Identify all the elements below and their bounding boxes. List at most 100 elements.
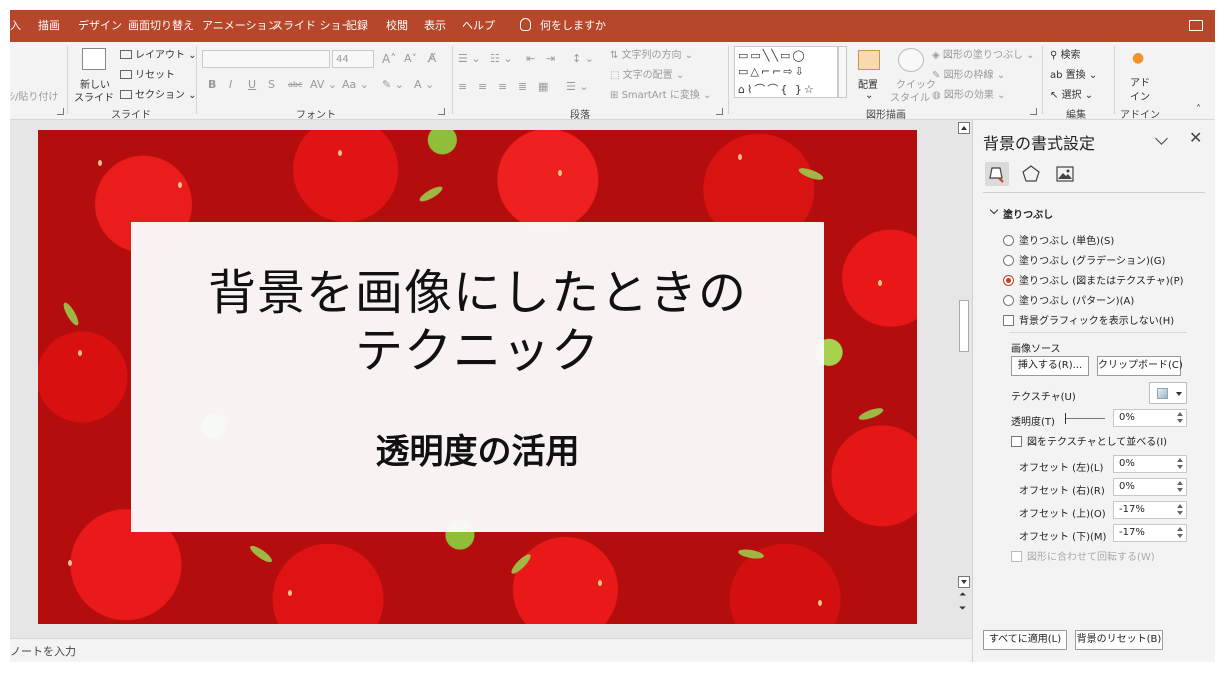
checkbox[interactable] [1011,551,1022,562]
increase-indent-icon[interactable]: ⇥ [546,52,555,65]
shadow-icon[interactable]: S [268,78,275,91]
arrange-icon[interactable] [858,50,880,70]
line-spacing-icon[interactable]: ↕ ⌄ [572,52,594,65]
spin-down-icon[interactable] [1177,465,1183,469]
shape-fill-button[interactable]: ◈ 図形の塗りつぶし ⌄ [932,46,1035,61]
text-align-button[interactable]: ⬚ 文字の配置 ⌄ [610,66,684,81]
shape-effects-button[interactable]: ◍ 図形の効果 ⌄ [932,86,1005,101]
tab-animations[interactable]: アニメーション [202,10,279,42]
spin-up-icon[interactable] [1177,458,1183,462]
spin-down-icon[interactable] [1177,534,1183,538]
radio-button[interactable] [1003,255,1014,266]
highlight-icon[interactable]: ✎ ⌄ [382,78,404,91]
font-size-combobox[interactable]: 44 [332,50,374,68]
title-textbox[interactable]: 背景を画像にしたときの テクニック 透明度の活用 [131,222,824,532]
quick-style-label-2[interactable]: スタイル [890,89,930,104]
tab-design[interactable]: デザイン [78,10,122,42]
slide-title[interactable]: 背景を画像にしたときの テクニック [131,264,824,380]
radio-pattern-fill[interactable]: 塗りつぶし (パターン)(A) [1003,292,1134,308]
collapse-ribbon-icon[interactable]: ˄ [1196,104,1201,115]
spin-down-icon[interactable] [1177,488,1183,492]
font-color-icon[interactable]: A ⌄ [414,78,434,91]
text-direction-button[interactable]: ⇅ 文字列の方向 ⌄ [610,46,693,61]
scroll-thumb[interactable] [959,300,969,352]
char-spacing-icon[interactable]: AV ⌄ [310,78,337,91]
shape-outline-button[interactable]: ✎ 図形の枠線 ⌄ [932,66,1005,81]
rotate-with-shape-checkbox[interactable]: 図形に合わせて回転する(W) [1011,548,1155,564]
apply-to-all-button[interactable]: すべてに適用(L) [983,630,1067,650]
clear-format-icon[interactable]: A̸ [428,51,436,65]
clipboard-button[interactable]: クリップボード(C) [1097,356,1183,376]
transparency-slider[interactable] [1065,413,1105,424]
tab-record[interactable]: 記録 [346,10,368,42]
offset-right-input[interactable]: 0% [1113,478,1187,496]
arrange-dropdown-icon[interactable]: ⌄ [865,90,873,101]
radio-solid-fill[interactable]: 塗りつぶし (単色)(S) [1003,232,1114,248]
align-left-icon[interactable]: ≡ [458,80,467,93]
tell-me-search[interactable]: 何をしますか [520,10,606,42]
reset-button[interactable]: リセット [120,66,175,81]
underline-icon[interactable]: U [248,78,256,91]
tab-view[interactable]: 表示 [424,10,446,42]
addin-label-1[interactable]: アド [1130,74,1150,89]
checkbox[interactable] [1011,436,1022,447]
font-name-combobox[interactable] [202,50,330,68]
spin-up-icon[interactable] [1177,527,1183,531]
bold-icon[interactable]: B [208,78,216,91]
shapes-row-3-icon[interactable]: ⌂⌇⌒⌒{ }☆ [738,81,816,97]
tab-insert-partial[interactable]: 入 [10,10,21,42]
hide-bg-graphics-checkbox[interactable]: 背景グラフィックを表示しない(H) [1003,312,1174,328]
distributed-icon[interactable]: ▦ [538,80,548,93]
tab-transitions[interactable]: 画面切り替え [128,10,194,42]
pane-options-chevron-icon[interactable] [1155,132,1168,145]
slide-subtitle[interactable]: 透明度の活用 [131,430,824,474]
radio-button-selected[interactable] [1003,275,1014,286]
effects-tab[interactable] [1019,162,1043,186]
shapes-row-2-icon[interactable]: ▭△⌐⌐⇨⇩ [738,65,806,78]
radio-button[interactable] [1003,235,1014,246]
smartart-button[interactable]: ⊞ SmartArt に変換 ⌄ [610,86,711,101]
bullets-icon[interactable]: ☰ ⌄ [458,52,481,65]
offset-left-input[interactable]: 0% [1113,455,1187,473]
checkbox[interactable] [1003,315,1014,326]
new-slide-label-2[interactable]: スライド [74,89,114,104]
justify-icon[interactable]: ≣ [518,80,527,93]
find-button[interactable]: ⚲ 検索 [1050,46,1081,61]
scroll-down-button[interactable] [958,576,970,588]
paste-partial-label[interactable]: ｼ/貼り付け [10,88,58,103]
collapse-chevron-icon[interactable] [989,205,999,215]
decrease-font-icon[interactable]: A˅ [404,52,417,65]
transparency-input[interactable]: 0% [1113,409,1187,427]
tile-as-texture-checkbox[interactable]: 図をテクスチャとして並べる(I) [1011,433,1167,449]
shapes-row-1-icon[interactable]: ▭▭╲╲▭◯ [738,49,807,62]
tab-help[interactable]: ヘルプ [462,10,495,42]
tab-review[interactable]: 校閲 [386,10,408,42]
offset-top-input[interactable]: -17% [1113,501,1187,519]
next-slide-icon[interactable]: ⏷ [959,604,966,614]
spin-up-icon[interactable] [1177,504,1183,508]
notes-placeholder[interactable]: ノートを入力 [10,643,76,659]
font-launcher-icon[interactable] [438,108,445,115]
spin-up-icon[interactable] [1177,412,1183,416]
spin-up-icon[interactable] [1177,481,1183,485]
tab-slideshow[interactable]: スライド ショー [272,10,353,42]
new-slide-icon[interactable] [82,48,106,70]
addin-label-2[interactable]: イン [1130,88,1150,103]
numbering-icon[interactable]: ☷ ⌄ [490,52,513,65]
columns-icon[interactable]: ☰ ⌄ [566,80,589,93]
vertical-scrollbar[interactable]: ⏶ ⏷ [956,120,972,638]
drawing-launcher-icon[interactable] [1030,108,1037,115]
addin-icon[interactable]: ● [1132,50,1144,66]
slide-canvas[interactable]: 背景を画像にしたときの テクニック 透明度の活用 [38,130,917,624]
fill-tab[interactable] [985,162,1009,186]
italic-icon[interactable]: I [229,78,232,91]
picture-tab[interactable] [1053,162,1077,186]
clipboard-launcher-icon[interactable] [57,108,64,115]
strikethrough-icon[interactable]: abc [288,80,302,89]
section-button[interactable]: セクション ⌄ [120,86,197,101]
shapes-gallery[interactable]: ▭▭╲╲▭◯ ▭△⌐⌐⇨⇩ ⌂⌇⌒⌒{ }☆ [734,46,838,98]
offset-bottom-input[interactable]: -17% [1113,524,1187,542]
decrease-indent-icon[interactable]: ⇤ [526,52,535,65]
scroll-up-button[interactable] [958,122,970,134]
spin-down-icon[interactable] [1177,511,1183,515]
